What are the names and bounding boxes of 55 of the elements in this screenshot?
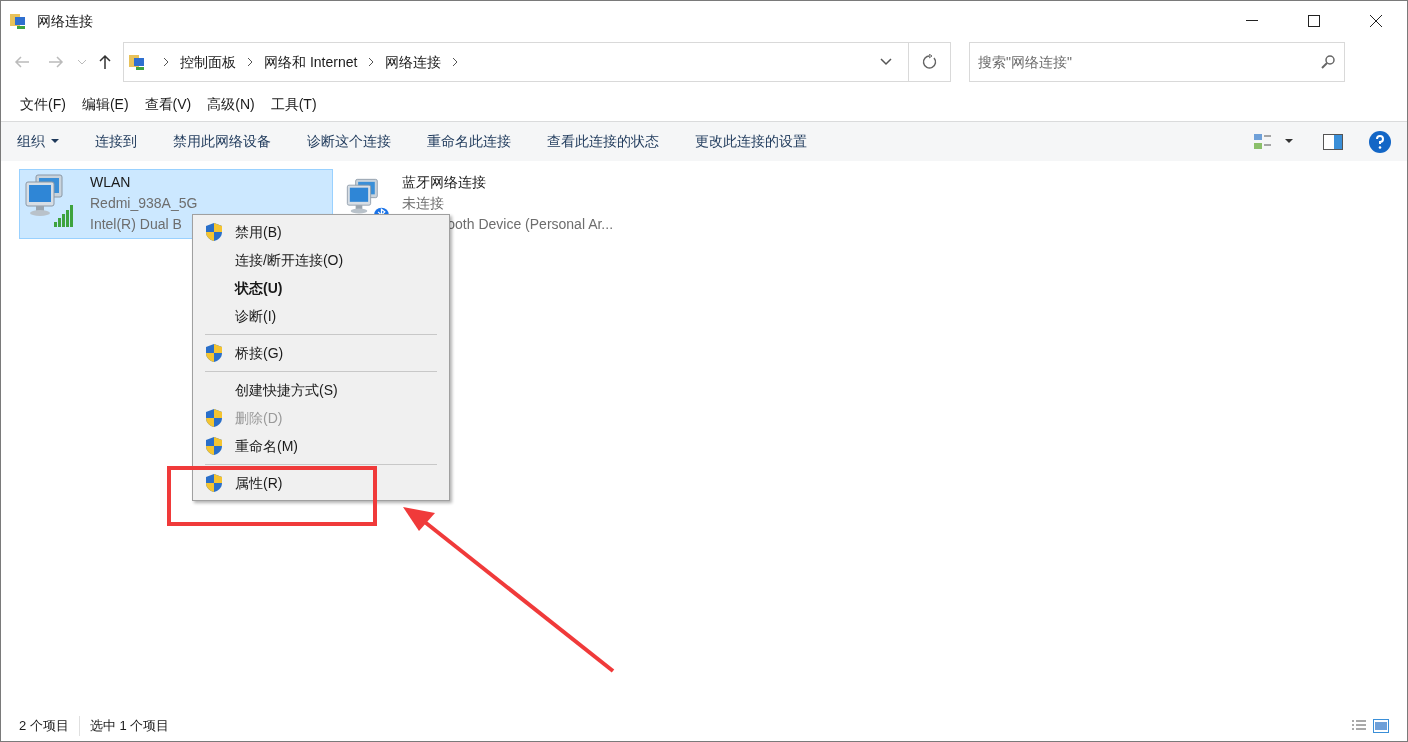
context-menu-item[interactable]: 属性(R)	[193, 469, 449, 497]
connection-device: Intel(R) Dual B	[90, 215, 183, 234]
status-text: 选中 1 个项目	[89, 717, 171, 736]
shield-icon	[205, 408, 223, 428]
menu-bar-item[interactable]: 查看(V)	[137, 93, 199, 115]
window-title: 网络连接	[37, 11, 93, 31]
large-icons-view-icon[interactable]	[1373, 719, 1389, 733]
toolbar-button[interactable]: 重命名此连接	[427, 131, 511, 152]
caret-icon	[51, 139, 59, 144]
help-icon[interactable]	[1369, 130, 1391, 153]
address-bar[interactable]: 控制面板 网络和 Internet 网络连接	[123, 42, 951, 82]
chevron-right-icon[interactable]	[246, 57, 254, 67]
connection-status: Redmi_938A_5G	[90, 194, 198, 213]
shield-icon	[205, 222, 223, 242]
close-icon	[1370, 15, 1382, 27]
forward-arrow-icon	[48, 56, 64, 68]
breadcrumb-item[interactable]: 控制面板	[180, 51, 236, 73]
context-menu-item[interactable]: 桥接(G)	[193, 339, 449, 367]
breadcrumb-item[interactable]: 网络连接	[385, 51, 442, 73]
breadcrumb-item[interactable]: 网络和 Internet	[264, 51, 358, 73]
refresh-icon	[921, 54, 938, 70]
chevron-right-icon[interactable]	[162, 57, 170, 67]
status-text: 2 个项目	[19, 716, 80, 736]
up-arrow-icon	[99, 54, 111, 70]
toolbar-button[interactable]: 更改此连接的设置	[695, 131, 807, 152]
menu-bar-item[interactable]: 工具(T)	[263, 93, 324, 115]
context-menu-item[interactable]: 连接/断开连接(O)	[193, 246, 449, 274]
chevron-right-icon[interactable]	[451, 57, 460, 67]
context-menu-item[interactable]: 创建快捷方式(S)	[193, 376, 449, 404]
back-arrow-icon	[14, 56, 30, 68]
toolbar-button[interactable]: 组织	[17, 131, 59, 152]
shield-icon	[205, 473, 223, 493]
context-menu-item[interactable]: 状态(U)	[193, 274, 449, 302]
caret-icon[interactable]	[1285, 139, 1293, 144]
toolbar-button[interactable]: 查看此连接的状态	[547, 131, 659, 152]
minimize-icon	[1246, 20, 1258, 22]
connection-name: 蓝牙网络连接	[402, 173, 488, 192]
menu-bar-item[interactable]: 高级(N)	[200, 93, 262, 115]
toolbar-button[interactable]: 诊断这个连接	[307, 131, 391, 152]
chevron-right-icon[interactable]	[367, 57, 376, 67]
menu-bar-item[interactable]: 编辑(E)	[74, 93, 136, 115]
preview-pane-icon[interactable]	[1323, 133, 1343, 150]
shield-icon	[205, 343, 223, 363]
connection-status: 未连接	[402, 194, 446, 213]
maximize-icon	[1308, 15, 1320, 27]
search-icon	[1321, 55, 1335, 69]
context-menu-item[interactable]: 诊断(I)	[193, 302, 449, 330]
menu-bar-item[interactable]: 文件(F)	[13, 93, 73, 115]
toolbar-button[interactable]: 禁用此网络设备	[173, 131, 271, 152]
connection-name: WLAN	[90, 173, 132, 192]
context-menu-item[interactable]: 重命名(M)	[193, 432, 449, 460]
chevron-down-icon[interactable]	[880, 58, 892, 66]
shield-icon	[205, 436, 223, 456]
toolbar-button[interactable]: 连接到	[95, 131, 137, 152]
search-field[interactable]: 搜索"网络连接"	[969, 42, 1345, 82]
